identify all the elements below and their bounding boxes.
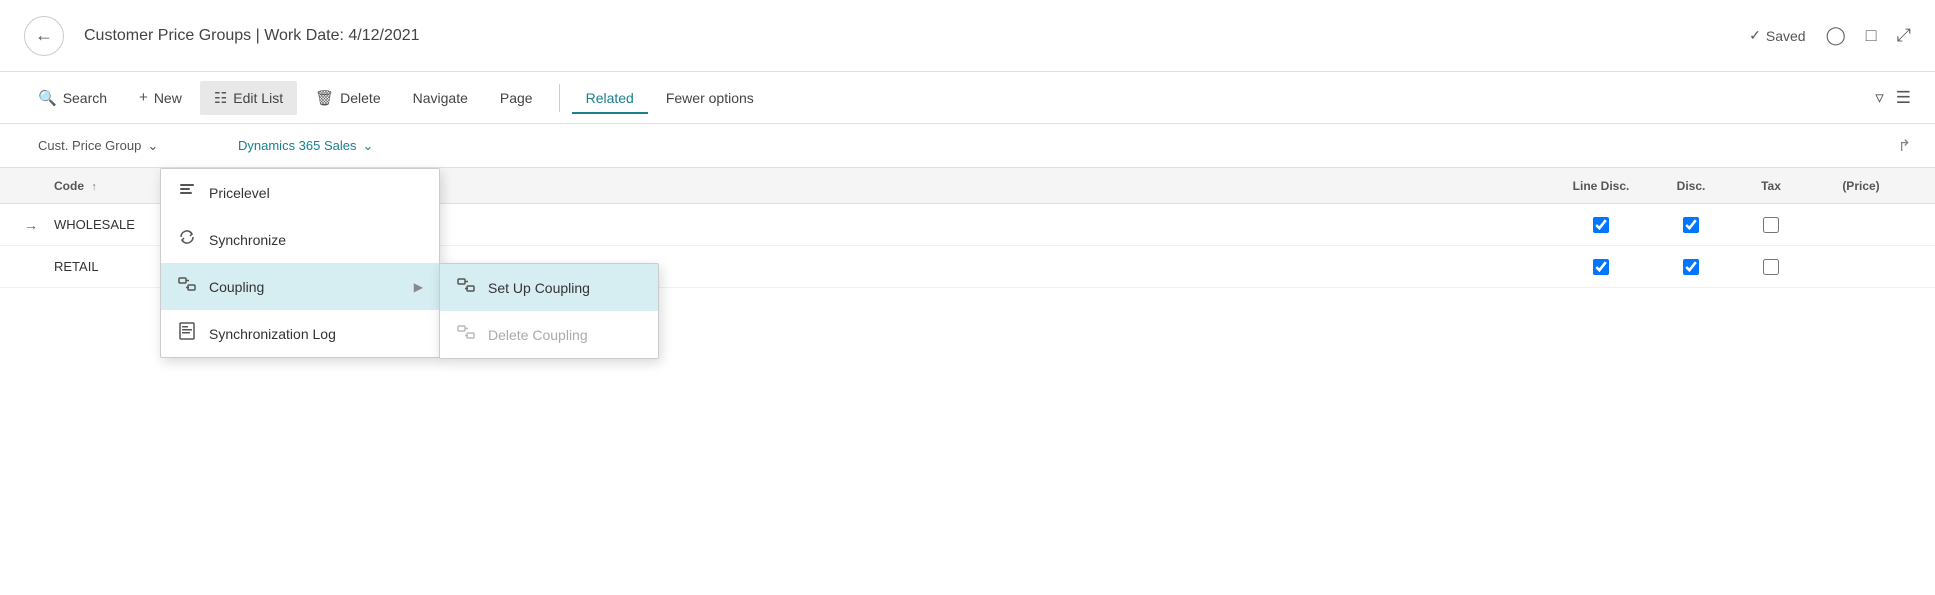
tax-checkbox-wholesale[interactable] (1763, 217, 1779, 233)
sync-icon (177, 228, 197, 251)
share-icon[interactable]: □ (1866, 25, 1877, 46)
th-line-disc[interactable]: Line Disc. (1551, 179, 1651, 193)
menu-item-set-up-coupling[interactable]: Set Up Coupling (440, 264, 658, 311)
menu-item-coupling[interactable]: Coupling ▶ (161, 263, 439, 310)
back-button[interactable]: ← (24, 16, 64, 56)
coupling-submenu: Set Up Coupling Delete Co (439, 263, 659, 359)
page-button[interactable]: Page (486, 82, 547, 114)
filter-icon[interactable]: ▿ (1875, 88, 1884, 108)
tax-checkbox-retail[interactable] (1763, 259, 1779, 275)
delete-coupling-label: Delete Coupling (488, 327, 588, 343)
delete-button[interactable]: 🗑 Delete (301, 81, 395, 115)
cust-price-group-header[interactable]: Cust. Price Group ⌄ (24, 130, 224, 162)
disc-checkbox-retail[interactable] (1683, 259, 1699, 275)
bookmark-icon[interactable]: ◯ (1826, 25, 1846, 46)
pricelevel-icon (177, 181, 197, 204)
coupling-label: Coupling (209, 279, 264, 295)
search-icon: 🔍 (38, 89, 57, 107)
sort-indicator: ↑ (91, 181, 97, 193)
dynamics-menu: Pricelevel Synchronize (160, 168, 440, 358)
th-price[interactable]: (Price) (1811, 179, 1911, 193)
delete-label: Delete (340, 90, 380, 106)
related-label: Related (586, 90, 634, 106)
toolbar-divider (559, 84, 560, 112)
menu-item-delete-coupling: Delete Coupling (440, 311, 658, 358)
checkmark-icon: ✓ (1749, 27, 1761, 44)
chevron-down-icon: ⌄ (147, 138, 158, 154)
synchronize-label: Synchronize (209, 232, 286, 248)
page-title: Customer Price Groups | Work Date: 4/12/… (84, 27, 1749, 45)
sync-log-icon (177, 322, 197, 345)
plus-icon: + (139, 89, 148, 106)
row-arrow: → (24, 217, 54, 233)
header-actions: ✓ Saved ◯ □ ⤢ (1749, 25, 1911, 46)
coupling-icon (177, 275, 197, 298)
row-disc-wholesale[interactable] (1651, 217, 1731, 233)
dynamics-dropdown-button[interactable]: Dynamics 365 Sales ⌄ (224, 130, 387, 162)
edit-list-label: Edit List (233, 90, 283, 106)
new-button[interactable]: + New (125, 81, 196, 114)
trash-icon: 🗑 (315, 89, 334, 107)
saved-label: Saved (1766, 28, 1806, 44)
page-label: Page (500, 90, 533, 106)
edit-list-icon: ☷ (214, 89, 227, 107)
search-button[interactable]: 🔍 Search (24, 81, 121, 115)
saved-indicator: ✓ Saved (1749, 27, 1805, 44)
sync-log-label: Synchronization Log (209, 326, 336, 342)
line-disc-checkbox-wholesale[interactable] (1593, 217, 1609, 233)
edit-list-button[interactable]: ☷ Edit List (200, 81, 297, 115)
pin-icon[interactable]: ↱ (1898, 136, 1911, 156)
cust-price-group-label: Cust. Price Group (38, 138, 141, 153)
line-disc-checkbox-retail[interactable] (1593, 259, 1609, 275)
pricelevel-label: Pricelevel (209, 185, 270, 201)
toolbar: 🔍 Search + New ☷ Edit List 🗑 Delete Navi… (0, 72, 1935, 124)
page-header: ← Customer Price Groups | Work Date: 4/1… (0, 0, 1935, 72)
submenu-chevron-icon: ▶ (414, 280, 423, 294)
new-label: New (154, 90, 182, 106)
navigate-button[interactable]: Navigate (399, 82, 482, 114)
row-line-disc-wholesale[interactable] (1551, 217, 1651, 233)
delete-coupling-icon (456, 323, 476, 346)
fewer-options-label: Fewer options (666, 90, 754, 106)
related-button[interactable]: Related (572, 82, 648, 114)
dynamics-sales-label: Dynamics 365 Sales (238, 138, 357, 153)
menu-item-synchronize[interactable]: Synchronize (161, 216, 439, 263)
menu-item-pricelevel[interactable]: Pricelevel (161, 169, 439, 216)
chevron-down-icon: ⌄ (363, 138, 374, 154)
row-disc-retail[interactable] (1651, 259, 1731, 275)
row-line-disc-retail[interactable] (1551, 259, 1651, 275)
th-tax[interactable]: Tax (1731, 179, 1811, 193)
dynamics-dropdown-menu: Pricelevel Synchronize (160, 168, 440, 358)
navigate-label: Navigate (413, 90, 468, 106)
set-up-coupling-icon (456, 276, 476, 299)
fewer-options-button[interactable]: Fewer options (652, 82, 768, 114)
col-headers-row: Cust. Price Group ⌄ Dynamics 365 Sales ⌄… (0, 124, 1935, 168)
menu-item-sync-log[interactable]: Synchronization Log (161, 310, 439, 357)
set-up-coupling-label: Set Up Coupling (488, 280, 590, 296)
th-disc[interactable]: Disc. (1651, 179, 1731, 193)
row-tax-wholesale[interactable] (1731, 217, 1811, 233)
search-label: Search (63, 90, 107, 106)
code-column-header: Code (54, 179, 84, 193)
list-view-icon[interactable]: ☰ (1896, 88, 1911, 108)
disc-checkbox-wholesale[interactable] (1683, 217, 1699, 233)
toolbar-right: ▿ ☰ (1875, 88, 1911, 108)
coupling-submenu-container: Set Up Coupling Delete Co (439, 263, 659, 359)
row-tax-retail[interactable] (1731, 259, 1811, 275)
expand-icon[interactable]: ⤢ (1897, 25, 1911, 46)
